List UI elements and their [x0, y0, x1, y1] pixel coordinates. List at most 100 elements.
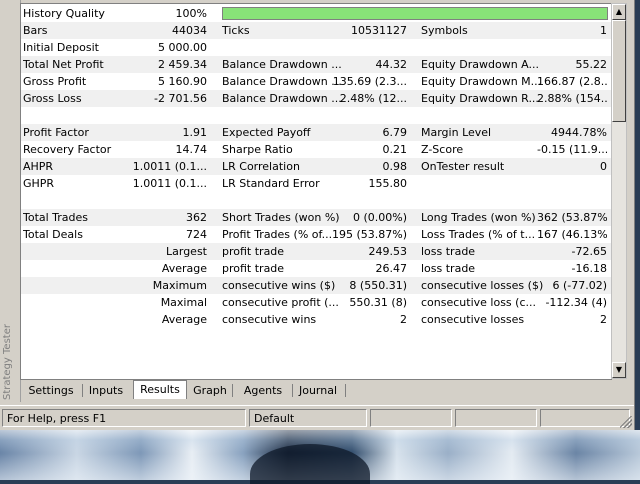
stats-row: Gross Profit 5 160.90 Balance Drawdown ...… [21, 73, 611, 90]
stats-row: Average profit trade 26.47 loss trade -16.18 [21, 260, 611, 277]
stat-value [321, 107, 407, 124]
stat-value: 249.53 [368, 245, 408, 258]
stat-value: 0.21 [382, 143, 408, 156]
stat-value: 55.22 [575, 58, 608, 71]
tab-graph[interactable]: Graph [192, 382, 228, 399]
stat-label: AHPR [23, 160, 54, 173]
stat-label [421, 107, 551, 124]
stats-row: Maximum consecutive wins ($) 8 (550.31) con… [21, 277, 611, 294]
tester-tabs: Settings Inputs Results Graph Agents Jou… [20, 380, 610, 401]
stat-label: GHPR [23, 177, 55, 190]
desktop-wallpaper [0, 430, 640, 484]
stat-qualifier: Average [161, 262, 207, 275]
stat-value: 1.0011 (0.1... [132, 160, 207, 173]
stat-label [23, 107, 133, 124]
stat-label: Symbols [421, 24, 468, 37]
stat-label: Total Trades [23, 211, 89, 224]
status-pane [540, 409, 630, 427]
scrollbar-thumb[interactable] [612, 20, 626, 122]
stat-label: consecutive losses ($) [421, 279, 544, 292]
stat-label: Initial Deposit [23, 41, 99, 54]
stat-value: 0.98 [382, 160, 408, 173]
stat-value: 1.0011 (0.1... [132, 177, 207, 190]
status-profile: Default [249, 409, 367, 427]
tab-separator [292, 384, 293, 397]
stats-row: GHPR 1.0011 (0.1... LR Standard Error 155.8… [21, 175, 611, 192]
arrow-down-icon[interactable]: ▼ [612, 362, 626, 378]
history-quality-value: 100% [175, 7, 207, 20]
tab-inputs[interactable]: Inputs [84, 382, 128, 399]
stat-value: 5 160.90 [158, 75, 207, 88]
history-quality-label: History Quality [23, 7, 105, 20]
stat-value: -0.15 (11.9... [537, 143, 607, 156]
stat-label: consecutive loss (c... [421, 296, 536, 309]
stat-value: 4944.78% [551, 126, 607, 139]
stat-label: Equity Drawdown M... [421, 75, 542, 88]
stat-label: Gross Profit [23, 75, 87, 88]
stat-value: 0 (0.00%) [352, 211, 407, 224]
stat-label: Margin Level [421, 126, 492, 139]
resize-grip-icon[interactable] [620, 416, 632, 428]
stat-value: 362 (53.87%) [537, 211, 607, 224]
stat-label [421, 175, 551, 192]
results-panel: History Quality 100% Bars 44034 Ticks 10531… [20, 3, 612, 380]
tab-results[interactable]: Results [133, 380, 187, 399]
tab-agents[interactable]: Agents [235, 382, 291, 399]
stat-value [321, 39, 407, 56]
stat-label [23, 192, 133, 209]
stat-label: Total Net Profit [23, 58, 104, 71]
stat-value: 2 459.34 [158, 58, 207, 71]
tab-journal[interactable]: Journal [295, 382, 341, 399]
stat-label: Recovery Factor [23, 143, 112, 156]
stat-label: Equity Drawdown R... [421, 92, 539, 105]
tab-separator [232, 384, 233, 397]
stats-row: Recovery Factor 14.74 Sharpe Ratio 0.21 Z-Sc… [21, 141, 611, 158]
stat-value: 14.74 [175, 143, 208, 156]
stat-value: 155.80 [368, 177, 408, 190]
stat-qualifier: Maximal [160, 296, 207, 309]
sidebar-title: Strategy Tester [2, 324, 13, 400]
stat-label: loss trade [421, 262, 476, 275]
history-quality-bar [222, 7, 608, 20]
stat-label [421, 39, 551, 56]
stat-label: loss trade [421, 245, 476, 258]
stats-row [21, 192, 611, 209]
stat-value: 5 000.00 [158, 41, 207, 54]
stat-qualifier: Largest [166, 245, 207, 258]
stat-label: Profit Factor [23, 126, 89, 139]
stat-value: 1.91 [182, 126, 208, 139]
stats-row: Bars 44034 Ticks 10531127 Symbols 1 [21, 22, 611, 39]
results-scrollbar[interactable]: ▲ ▼ [611, 3, 627, 379]
stat-value: 10531127 [351, 24, 407, 37]
stat-value: 44034 [172, 24, 207, 37]
stat-qualifier: Maximum [152, 279, 207, 292]
stat-value: 26.47 [375, 262, 408, 275]
stat-value: -72.65 [571, 245, 607, 258]
stat-value [537, 39, 607, 56]
stat-value: 6.79 [382, 126, 408, 139]
stat-label: Gross Loss [23, 92, 82, 105]
stat-value: 550.31 (8) [349, 296, 407, 309]
stat-value: 166.87 (2.8... [537, 75, 607, 88]
stat-label: Bars [23, 24, 48, 37]
status-bar: For Help, press F1 Default [0, 405, 634, 430]
status-pane [370, 409, 452, 427]
stat-label: OnTester result [421, 160, 505, 173]
status-help-text: For Help, press F1 [2, 409, 246, 427]
tab-settings[interactable]: Settings [22, 382, 80, 399]
stat-value [131, 107, 207, 124]
stat-label: Total Deals [23, 228, 83, 241]
strategy-tester-window: Strategy Tester History Quality 100% Bar… [0, 0, 635, 430]
stat-value: 2.88% (154... [537, 92, 607, 105]
stat-qualifier: Average [161, 313, 207, 326]
stats-row [21, 107, 611, 124]
stat-value: 195 (53.87%) [331, 228, 407, 241]
stat-value: 2 [400, 313, 407, 326]
stat-value: 1 [600, 24, 607, 37]
arrow-up-icon[interactable]: ▲ [612, 4, 626, 20]
stats-row: Maximal consecutive profit (... 550.31 (8)… [21, 294, 611, 311]
tab-separator [82, 384, 83, 397]
stat-label: consecutive losses [421, 313, 525, 326]
stat-value: -112.34 (4) [545, 296, 607, 309]
stat-value: 8 (550.31) [349, 279, 407, 292]
